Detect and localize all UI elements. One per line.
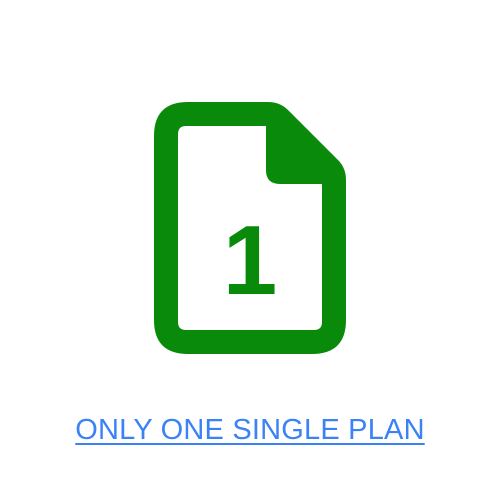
only-one-single-plan-link[interactable]: ONLY ONE SINGLE PLAN <box>0 414 500 447</box>
document-icon: 1 <box>150 98 350 358</box>
document-svg: 1 <box>154 102 346 354</box>
plan-card: 1 ONLY ONE SINGLE PLAN <box>0 0 500 500</box>
document-number: 1 <box>223 205 278 315</box>
